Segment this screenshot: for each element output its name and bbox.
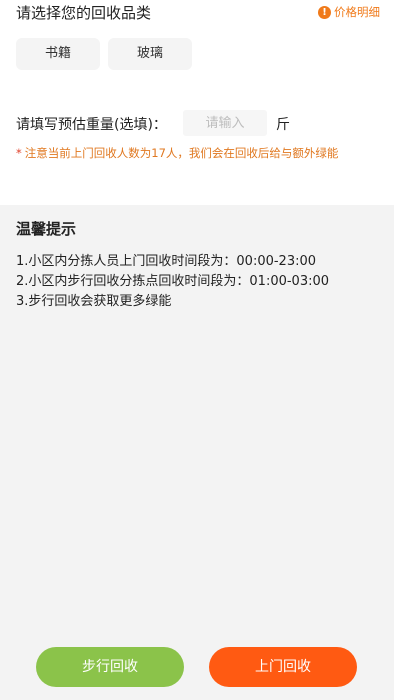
weight-input[interactable] [183, 110, 267, 136]
info-icon: ! [318, 5, 331, 19]
price-detail-link[interactable]: ! 价格明细 [318, 4, 380, 20]
walk-recycle-button[interactable]: 步行回收 [36, 647, 184, 687]
category-title: 请选择您的回收品类 [16, 4, 152, 22]
tips-title: 温馨提示 [16, 220, 77, 238]
tip-item: 2.小区内步行回收分拣点回收时间段为：01:00-03:00 [16, 274, 330, 289]
tip-item: 1.小区内分拣人员上门回收时间段为：00:00-23:00 [16, 254, 317, 269]
notice-star: * [16, 146, 22, 160]
price-detail-label: 价格明细 [334, 5, 380, 19]
tip-item: 3.步行回收会获取更多绿能 [16, 294, 172, 309]
notice-text: * 注意当前上门回收人数为17人，我们会在回收后给与额外绿能 [16, 145, 378, 161]
tips-list: 1.小区内分拣人员上门回收时间段为：00:00-23:00 2.小区内步行回收分… [16, 252, 329, 312]
weight-label: 请填写预估重量(选填)： [16, 117, 167, 133]
weight-unit: 斤 [276, 117, 290, 133]
category-chip-books[interactable]: 书籍 [16, 38, 100, 70]
notice-message: 注意当前上门回收人数为17人，我们会在回收后给与额外绿能 [24, 146, 339, 160]
category-section: 请选择您的回收品类 ! 价格明细 书籍 玻璃 请填写预估重量(选填)： 斤 *注… [0, 0, 394, 205]
category-chip-glass[interactable]: 玻璃 [108, 38, 192, 70]
door-recycle-button[interactable]: 上门回收 [209, 647, 357, 687]
